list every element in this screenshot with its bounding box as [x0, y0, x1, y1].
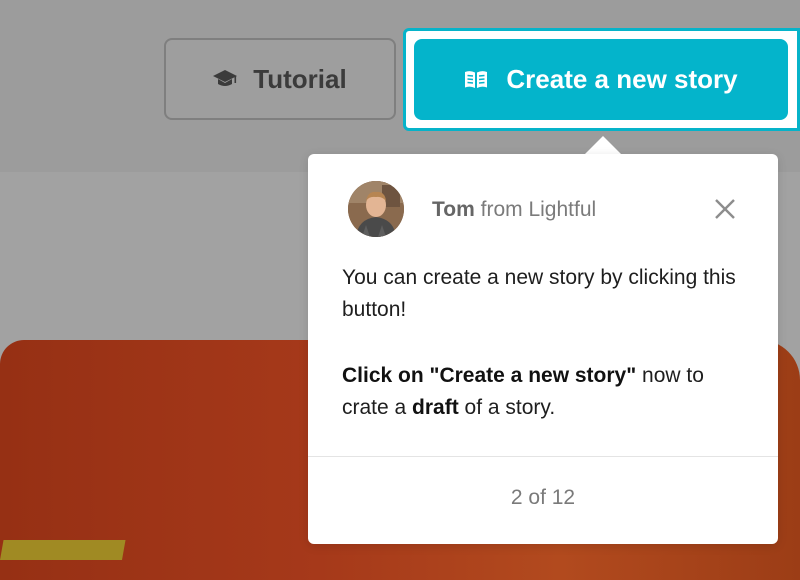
close-button[interactable]	[708, 192, 742, 226]
create-new-story-button[interactable]: Create a new story	[414, 39, 788, 120]
message-line-1: You can create a new story by clicking t…	[342, 266, 736, 321]
close-icon	[715, 199, 735, 219]
sender-suffix: from Lightful	[474, 198, 597, 221]
tutorial-button[interactable]: Tutorial	[164, 38, 396, 120]
popover-message: You can create a new story by clicking t…	[342, 262, 752, 424]
hero-accent-shape	[0, 540, 126, 560]
sender-name: Tom	[432, 198, 475, 221]
popover-arrow	[584, 136, 622, 155]
tutorial-button-label: Tutorial	[253, 63, 347, 94]
tour-popover: Tom from Lightful You can create a new s…	[308, 154, 778, 544]
step-counter: 2 of 12	[510, 486, 576, 509]
message-bold-action: Click on "Create a new story"	[342, 364, 637, 387]
create-new-story-button-label: Create a new story	[506, 64, 738, 94]
message-line-2: Click on "Create a new story" now to cra…	[342, 360, 752, 424]
popover-divider	[308, 456, 778, 457]
message-bold-draft: draft	[412, 396, 459, 419]
sender-line: Tom from Lightful	[432, 198, 596, 222]
message-text-end: of a story.	[458, 396, 556, 419]
open-book-icon	[464, 70, 488, 90]
avatar	[348, 181, 404, 237]
graduation-cap-icon	[213, 69, 238, 89]
